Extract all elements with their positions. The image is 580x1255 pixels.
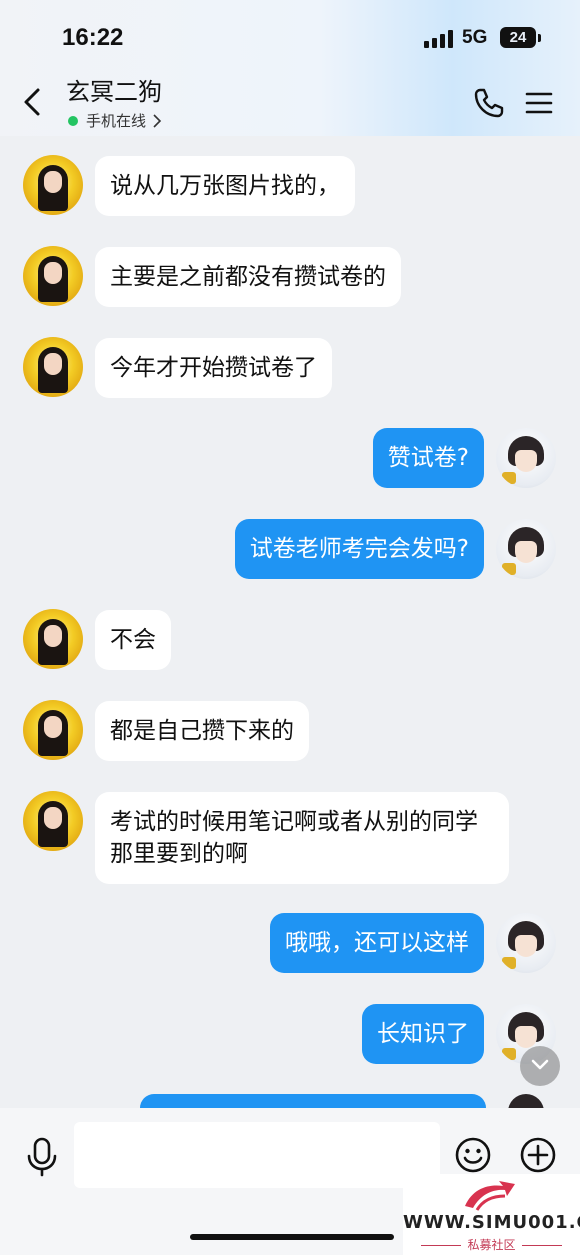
- scroll-to-bottom-button[interactable]: [520, 1046, 560, 1086]
- network-type: 5G: [462, 27, 488, 48]
- self-avatar[interactable]: [496, 913, 556, 973]
- message-bubble-outgoing: 哦哦，还可以这样: [270, 913, 484, 973]
- self-avatar[interactable]: [496, 428, 556, 488]
- contact-avatar[interactable]: [23, 791, 83, 851]
- watermark-url: WWW.SIMU001.CN: [403, 1212, 580, 1233]
- chevron-left-icon[interactable]: [16, 84, 52, 120]
- message-bubble-outgoing: 长知识了: [362, 1004, 484, 1064]
- status-time: 16:22: [62, 24, 124, 51]
- message-input[interactable]: [74, 1122, 440, 1188]
- self-avatar[interactable]: [496, 519, 556, 579]
- battery-cap: [538, 34, 541, 42]
- watermark-logo: [465, 1181, 515, 1211]
- contact-avatar[interactable]: [23, 246, 83, 306]
- contact-avatar[interactable]: [23, 155, 83, 215]
- watermark-label: 私募社区: [403, 1236, 580, 1253]
- chevron-right-icon: [153, 113, 162, 128]
- contact-avatar[interactable]: [23, 337, 83, 397]
- online-dot: [68, 115, 78, 126]
- message-bubble-incoming: 说从几万张图片找的，: [95, 156, 355, 216]
- phone-icon[interactable]: [472, 86, 506, 120]
- contact-avatar[interactable]: [23, 700, 83, 760]
- home-indicator: [190, 1234, 394, 1240]
- chevron-down-icon: [531, 1059, 549, 1070]
- message-bubble-incoming: 都是自己攒下来的: [95, 701, 309, 761]
- signal-icon: [424, 30, 454, 48]
- chat-title[interactable]: 玄冥二狗: [66, 72, 162, 107]
- chat-header: 16:22 5G 24 玄冥二狗 手机在线: [0, 0, 580, 136]
- online-status[interactable]: 手机在线: [68, 110, 162, 131]
- watermark: WWW.SIMU001.CN 私募社区: [403, 1174, 580, 1255]
- message-bubble-outgoing: 试卷老师考完会发吗?: [234, 519, 484, 579]
- online-status-label: 手机在线: [86, 112, 147, 130]
- microphone-icon[interactable]: [24, 1137, 60, 1177]
- hamburger-menu-icon[interactable]: [524, 88, 554, 118]
- message-bubble-incoming: 不会: [95, 610, 171, 670]
- smiley-icon[interactable]: [454, 1136, 492, 1174]
- message-bubble-outgoing: 赞试卷?: [372, 428, 484, 488]
- plus-circle-icon[interactable]: [519, 1136, 557, 1174]
- message-bubble-incoming: 考试的时候用笔记啊或者从别的同学那里要到的啊: [95, 792, 509, 884]
- battery-icon: 24: [500, 27, 536, 48]
- contact-avatar[interactable]: [23, 609, 83, 669]
- message-bubble-incoming: 主要是之前都没有攒试卷的: [95, 247, 401, 307]
- message-bubble-incoming: 今年才开始攒试卷了: [95, 338, 332, 398]
